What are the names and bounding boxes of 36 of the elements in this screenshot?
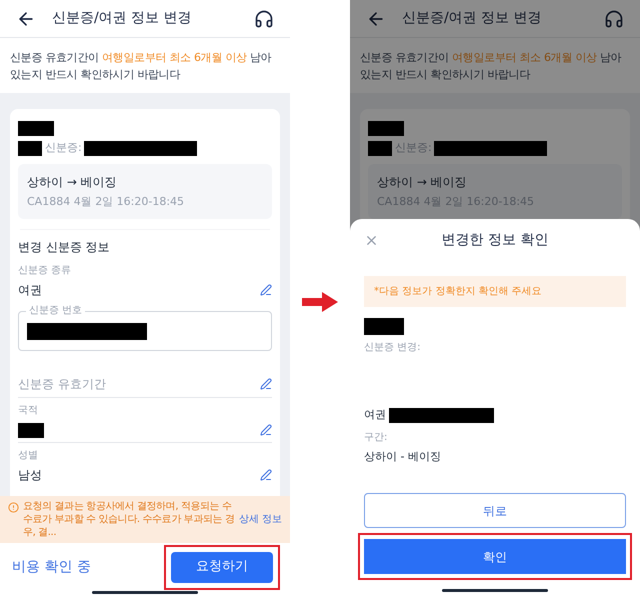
edit-icon[interactable] xyxy=(260,424,272,436)
id-type: 여권 xyxy=(364,407,386,423)
edit-icon[interactable] xyxy=(260,378,272,390)
id-label: 신분증: xyxy=(395,140,432,156)
hint-text: *다음 정보가 정확한지 확인해 주세요 xyxy=(374,285,542,299)
route-title: 상하이 → 베이징 xyxy=(27,174,118,191)
right-arrow-icon xyxy=(302,292,338,312)
expiry-field[interactable]: 신분증 유효기간 xyxy=(18,375,260,393)
fee-status: 비용 확인 중 xyxy=(12,558,92,576)
edit-icon[interactable] xyxy=(260,284,272,296)
warning-icon xyxy=(8,502,19,513)
field-label: 신분증 번호 xyxy=(26,305,86,317)
route-title: 상하이 → 베이징 xyxy=(377,174,468,191)
field-label: 성별 xyxy=(18,449,39,463)
headset-icon[interactable] xyxy=(254,8,274,28)
page-title: 신분증/여권 정보 변경 xyxy=(402,9,542,28)
sheet-title: 변경한 정보 확인 xyxy=(442,230,548,250)
request-button[interactable]: 요청하기 xyxy=(171,552,273,582)
edit-icon[interactable] xyxy=(260,469,272,481)
validity-notice: 신분증 유효기간이 여행일로부터 최소 6개월 이상 남아있는지 반드시 확인하시기 바랍니다 xyxy=(10,50,272,83)
change-label: 신분증 변경: xyxy=(364,341,422,355)
segment-label: 구간: xyxy=(364,430,388,444)
page-title: 신분증/여권 정보 변경 xyxy=(52,9,192,28)
segment-value: 상하이 - 베이징 xyxy=(364,448,442,464)
validity-notice: 신분증 유효기간이 여행일로부터 최소 6개월 이상 남아있는지 반드시 확인하시기 바랍니다 xyxy=(360,50,622,83)
warning-text: 요청의 결과는 항공사에서 결정하며, 적용되는 수수료가 부과할 수 있습니다. 수수료가 부과되는 경우, 결... xyxy=(23,500,235,539)
id-label: 신분증: xyxy=(45,140,82,156)
flight-detail: CA1884 4월 2일 16:20-18:45 xyxy=(27,194,186,210)
details-link[interactable]: 상세 정보 xyxy=(238,512,282,527)
field-value: 여권 xyxy=(18,282,43,299)
field-value: 남성 xyxy=(18,467,43,484)
section-title: 변경 신분증 정보 xyxy=(18,239,111,256)
back-button[interactable]: 뒤로 xyxy=(364,493,626,528)
field-label: 신분증 종류 xyxy=(18,264,72,278)
field-label: 국적 xyxy=(18,404,39,418)
confirm-button[interactable]: 확인 xyxy=(364,539,626,574)
